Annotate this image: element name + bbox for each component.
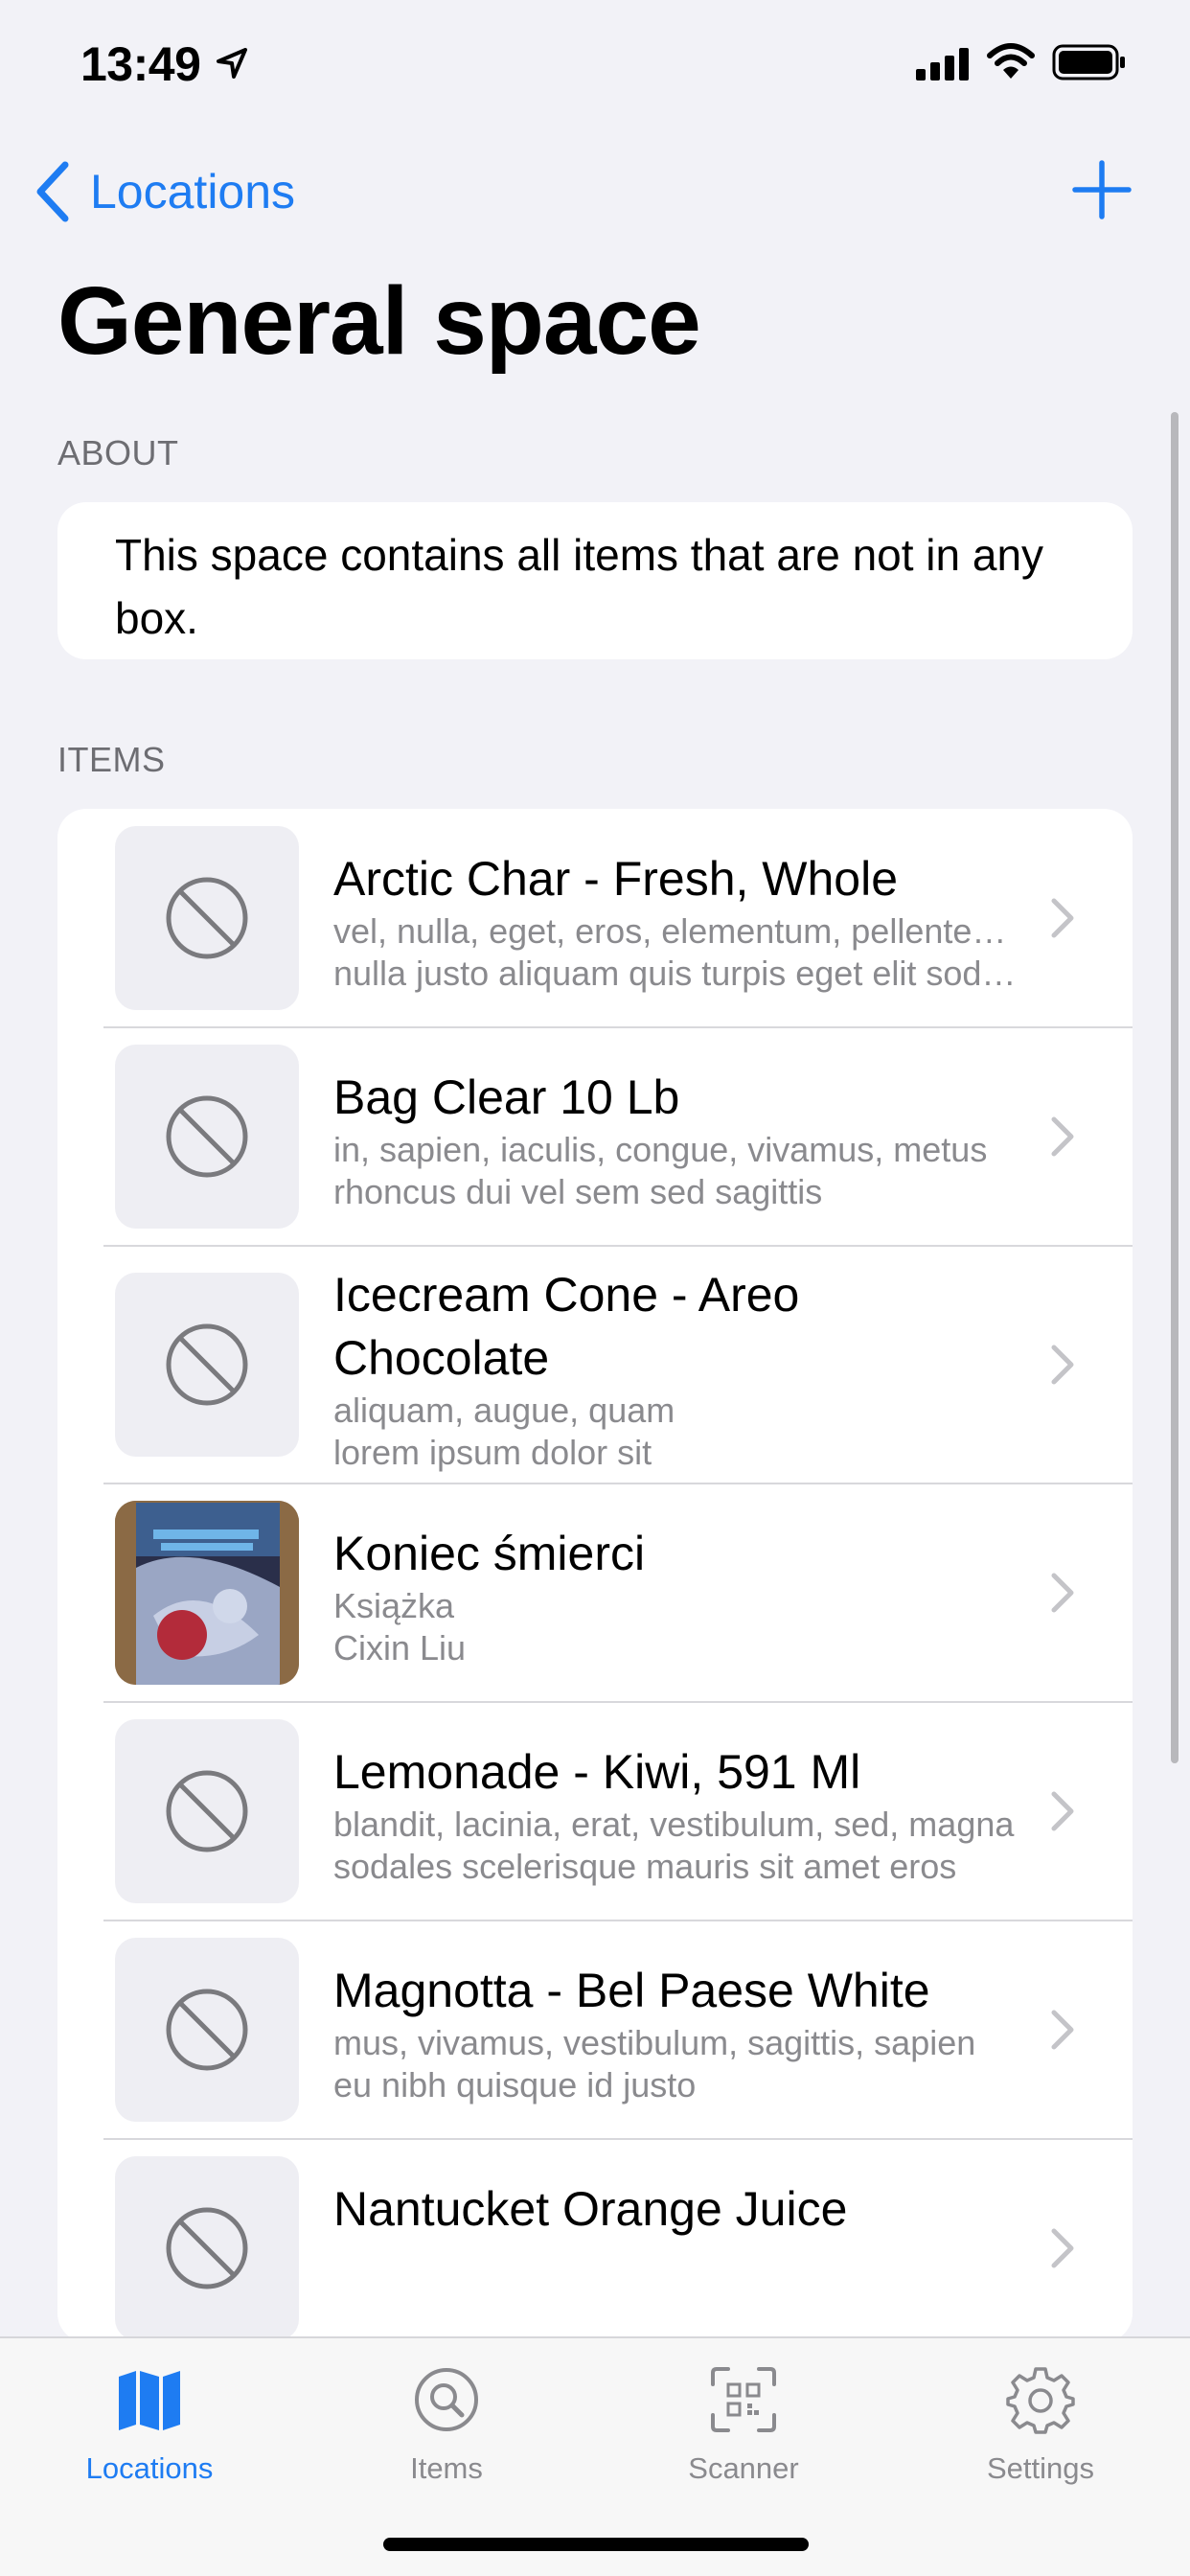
page-title: General space: [57, 267, 701, 375]
tab-locations[interactable]: Locations: [54, 2365, 245, 2499]
battery-icon: [1052, 44, 1125, 80]
status-time: 13:49: [80, 37, 201, 91]
item-detail: Cixin Liu: [333, 1628, 467, 1668]
chevron-right-icon: [1051, 2228, 1074, 2268]
item-thumbnail: [115, 1719, 299, 1903]
chevron-right-icon: [1051, 1791, 1074, 1831]
search-icon: [415, 2368, 478, 2431]
no-image-icon: [166, 877, 248, 959]
item-subtitle: aliquam, augue, quam: [333, 1391, 675, 1430]
item-subtitle: in, sapien, iaculis, congue, vivamus, me…: [333, 1130, 988, 1169]
tab-settings-label: Settings: [986, 2451, 1094, 2485]
item-detail: sodales scelerisque mauris sit amet eros: [333, 1847, 957, 1886]
no-image-icon: [166, 2207, 248, 2289]
tab-scanner-label: Scanner: [688, 2451, 799, 2485]
chevron-right-icon: [1051, 1116, 1074, 1157]
add-icon[interactable]: [1071, 157, 1133, 222]
list-item[interactable]: Lemonade - Kiwi, 591 Ml blandit, lacinia…: [57, 1702, 1133, 1920]
chevron-left-icon: [36, 161, 69, 222]
item-subtitle: vel, nulla, eget, eros, elementum, pelle…: [333, 911, 1023, 951]
tab-items[interactable]: Items: [351, 2365, 542, 2499]
item-thumbnail: [115, 2156, 299, 2340]
about-text: This space contains all items that are n…: [115, 530, 1044, 643]
about-section-header: ABOUT: [57, 433, 179, 472]
list-item[interactable]: Magnotta - Bel Paese White mus, vivamus,…: [57, 1920, 1133, 2139]
chevron-right-icon: [1051, 1573, 1074, 1613]
no-image-icon: [166, 1989, 248, 2071]
cellular-signal-icon: [916, 48, 969, 80]
status-bar: 13:49: [0, 0, 1190, 134]
item-detail: lorem ipsum dolor sit: [333, 1433, 652, 1472]
item-title: Bag Clear 10 Lb: [333, 1070, 680, 1124]
items-section-header: ITEMS: [57, 740, 166, 779]
list-item[interactable]: Icecream Cone - Areo Chocolate aliquam, …: [57, 1246, 1133, 1484]
back-button[interactable]: Locations: [33, 153, 295, 230]
item-detail: rhoncus dui vel sem sed sagittis: [333, 1172, 823, 1211]
no-image-icon: [166, 1770, 248, 1852]
item-title: Lemonade - Kiwi, 591 Ml: [333, 1745, 861, 1799]
home-indicator[interactable]: [383, 2538, 809, 2551]
item-thumbnail: [115, 1045, 299, 1229]
no-image-icon: [166, 1095, 248, 1178]
item-detail: eu nibh quisque id justo: [333, 2065, 697, 2104]
list-item[interactable]: Nantucket Orange Juice: [57, 2139, 1133, 2342]
qr-scanner-icon: [711, 2367, 776, 2432]
item-thumbnail: [115, 1938, 299, 2122]
items-list: Arctic Char - Fresh, Whole vel, nulla, e…: [57, 809, 1133, 2342]
tab-settings[interactable]: Settings: [945, 2365, 1136, 2499]
item-title: Arctic Char - Fresh, Whole: [333, 852, 899, 906]
tab-scanner[interactable]: Scanner: [648, 2365, 839, 2499]
item-thumbnail: [115, 1273, 299, 1457]
item-subtitle: blandit, lacinia, erat, vestibulum, sed,…: [333, 1805, 1015, 1844]
book-cover-image: [115, 1501, 299, 1685]
item-title: Magnotta - Bel Paese White: [333, 1964, 930, 2017]
tab-items-label: Items: [410, 2451, 483, 2485]
wifi-icon: [987, 43, 1035, 79]
list-item[interactable]: Bag Clear 10 Lb in, sapien, iaculis, con…: [57, 1027, 1133, 1246]
chevron-right-icon: [1051, 2010, 1074, 2050]
chevron-right-icon: [1051, 898, 1074, 938]
item-detail: nulla justo aliquam quis turpis eget eli…: [333, 954, 1023, 993]
gear-icon: [1006, 2367, 1075, 2434]
item-thumbnail: [115, 826, 299, 1010]
chevron-right-icon: [1051, 1345, 1074, 1385]
back-button-label: Locations: [90, 165, 296, 218]
location-arrow-icon: [217, 48, 247, 79]
item-title: Icecream Cone - Areo Chocolate: [333, 1268, 800, 1385]
item-subtitle: mus, vivamus, vestibulum, sagittis, sapi…: [333, 2023, 976, 2062]
no-image-icon: [166, 1323, 248, 1406]
item-title: Koniec śmierci: [333, 1527, 646, 1580]
list-item[interactable]: Koniec śmierci Książka Cixin Liu: [57, 1484, 1133, 1702]
scroll-indicator[interactable]: [1171, 412, 1179, 1763]
item-thumbnail: [115, 1501, 299, 1685]
about-card: This space contains all items that are n…: [57, 502, 1133, 659]
list-item[interactable]: Arctic Char - Fresh, Whole vel, nulla, e…: [57, 809, 1133, 1027]
tab-locations-label: Locations: [85, 2451, 214, 2485]
map-icon: [119, 2371, 180, 2430]
item-title: Nantucket Orange Juice: [333, 2182, 848, 2236]
item-subtitle: Książka: [333, 1586, 455, 1625]
